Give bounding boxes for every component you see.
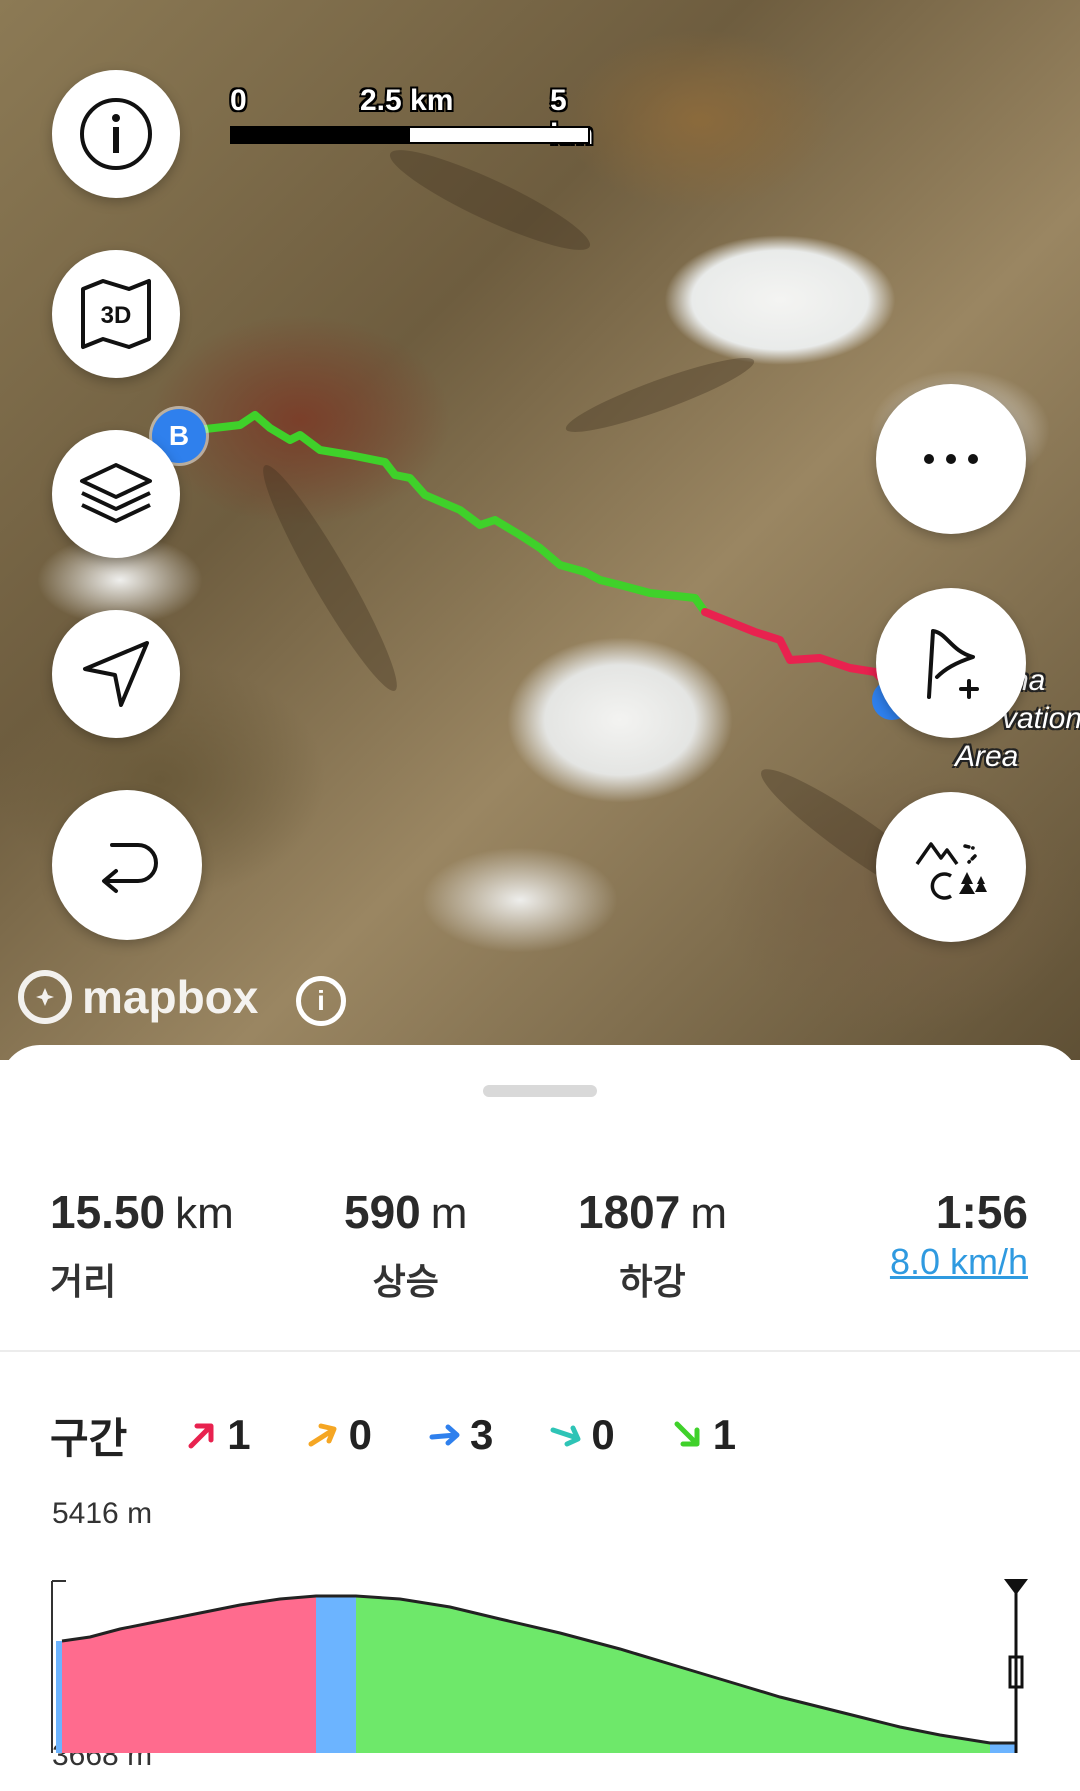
segment-up-count: 0 — [348, 1411, 372, 1458]
info-icon — [80, 98, 152, 170]
area-label-line3: Area — [955, 740, 1019, 773]
ascent-value: 590 — [344, 1186, 421, 1238]
scale-bar-graphic — [230, 126, 590, 144]
stat-descent: 1807 m 하강 — [578, 1185, 727, 1305]
map-3d-button[interactable]: 3D — [52, 250, 180, 378]
elevation-profile-chart[interactable] — [0, 1533, 1080, 1753]
layers-icon — [80, 463, 152, 523]
segments-title: 구간 — [50, 1414, 128, 1462]
segment-steep-down-count: 1 — [712, 1411, 737, 1458]
down-arrow-icon — [550, 1425, 581, 1447]
profile-steep-up-area — [62, 1596, 316, 1753]
svg-text:3D: 3D — [101, 302, 132, 329]
up-arrow-icon — [308, 1423, 337, 1447]
scale-label-mid: 2.5 km — [360, 84, 454, 117]
mapbox-wordmark: mapbox — [82, 971, 259, 1023]
stat-distance: 15.50 km 거리 — [50, 1185, 234, 1305]
speed-link[interactable]: 8.0 km/h — [890, 1241, 1028, 1283]
layers-button[interactable] — [52, 430, 180, 558]
outdoor-poi-button[interactable] — [876, 792, 1026, 942]
descent-unit: m — [690, 1189, 727, 1238]
segment-steep-up: 1 — [185, 1411, 251, 1459]
segments-summary: 구간 1 0 3 0 1 — [50, 1405, 792, 1465]
route-ascent-line — [701, 608, 889, 686]
segment-up: 0 — [307, 1411, 372, 1459]
add-waypoint-button[interactable] — [876, 588, 1026, 738]
segment-steep-up-count: 1 — [227, 1411, 251, 1458]
flat-arrow-icon — [429, 1424, 460, 1446]
sheet-drag-handle[interactable] — [483, 1085, 597, 1097]
return-arrow-icon — [102, 843, 158, 893]
reverse-route-button[interactable] — [52, 790, 202, 940]
profile-cursor-triangle-icon[interactable] — [1004, 1579, 1028, 1595]
mapbox-attribution[interactable]: mapbox — [18, 970, 258, 1024]
elevation-max-label: 5416 m — [52, 1497, 153, 1530]
map-view[interactable]: B 0 2.5 km 5 km rna vation Area mapbox i… — [0, 0, 1080, 1060]
route-descent-line — [176, 411, 709, 616]
more-dots-icon — [924, 454, 978, 464]
steep-down-arrow-icon — [674, 1421, 700, 1447]
attribution-info-icon[interactable]: i — [296, 976, 346, 1026]
mountain-trees-icon — [915, 842, 987, 900]
descent-label: 하강 — [619, 1261, 686, 1302]
locate-button[interactable] — [52, 610, 180, 738]
distance-value: 15.50 — [50, 1186, 166, 1238]
segment-flat: 3 — [428, 1411, 493, 1459]
profile-flat-area-mid — [316, 1596, 356, 1753]
segment-down: 0 — [549, 1411, 615, 1459]
route-details-sheet[interactable]: 15.50 km 거리 590 m 상승 1807 m 하강 1:56 8.0 km/… — [0, 1045, 1080, 1791]
info-button[interactable] — [52, 70, 180, 198]
distance-unit: km — [175, 1189, 234, 1238]
profile-flat-area-start — [56, 1641, 62, 1753]
descent-value: 1807 — [578, 1186, 681, 1238]
map-scale-bar: 0 2.5 km 5 km — [230, 84, 593, 151]
ascent-unit: m — [430, 1189, 468, 1238]
stat-duration: 1:56 — [936, 1185, 1028, 1239]
distance-label: 거리 — [50, 1261, 117, 1302]
area-label-line2: vation — [1002, 702, 1080, 735]
duration-value: 1:56 — [935, 1186, 1028, 1238]
segment-down-count: 0 — [591, 1411, 615, 1458]
navigation-arrow-icon — [83, 641, 149, 707]
ascent-label: 상승 — [372, 1261, 439, 1302]
stat-ascent: 590 m 상승 — [344, 1185, 467, 1305]
more-options-button[interactable] — [876, 384, 1026, 534]
segment-steep-down: 1 — [671, 1411, 736, 1459]
segment-flat-count: 3 — [470, 1411, 494, 1458]
sheet-divider — [0, 1350, 1080, 1352]
mapbox-logo-icon — [18, 970, 72, 1024]
scale-label-0: 0 — [230, 84, 247, 117]
flag-plus-icon — [927, 629, 979, 699]
steep-up-arrow-icon — [188, 1423, 214, 1449]
map-3d-icon: 3D — [81, 279, 151, 349]
profile-steep-down-area — [356, 1596, 990, 1753]
